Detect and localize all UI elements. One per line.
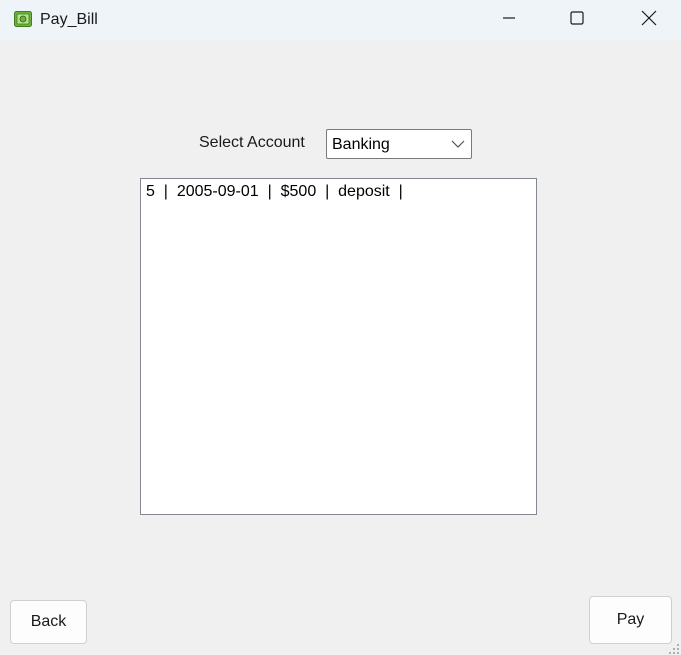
transactions-listbox[interactable]: 5 | 2005-09-01 | $500 | deposit |	[140, 178, 537, 515]
pay-bill-window: Pay_Bill Select Account Banking 5 | 2005…	[0, 0, 681, 655]
resize-grip-icon[interactable]	[668, 642, 680, 654]
minimize-icon	[502, 11, 516, 30]
account-selected-value: Banking	[332, 136, 390, 153]
pay-button[interactable]: Pay	[589, 596, 672, 644]
close-icon	[641, 10, 657, 31]
maximize-button[interactable]	[554, 0, 600, 40]
chevron-down-icon[interactable]	[447, 132, 469, 156]
list-item[interactable]: 5 | 2005-09-01 | $500 | deposit |	[146, 183, 403, 201]
account-dropdown[interactable]: Banking	[326, 129, 472, 159]
window-title: Pay_Bill	[40, 11, 98, 28]
maximize-icon	[570, 10, 584, 30]
money-icon	[14, 11, 32, 27]
select-account-label: Select Account	[199, 134, 305, 151]
back-button[interactable]: Back	[10, 600, 87, 644]
close-button[interactable]	[626, 0, 672, 40]
minimize-button[interactable]	[486, 0, 532, 40]
title-bar[interactable]: Pay_Bill	[0, 0, 681, 40]
